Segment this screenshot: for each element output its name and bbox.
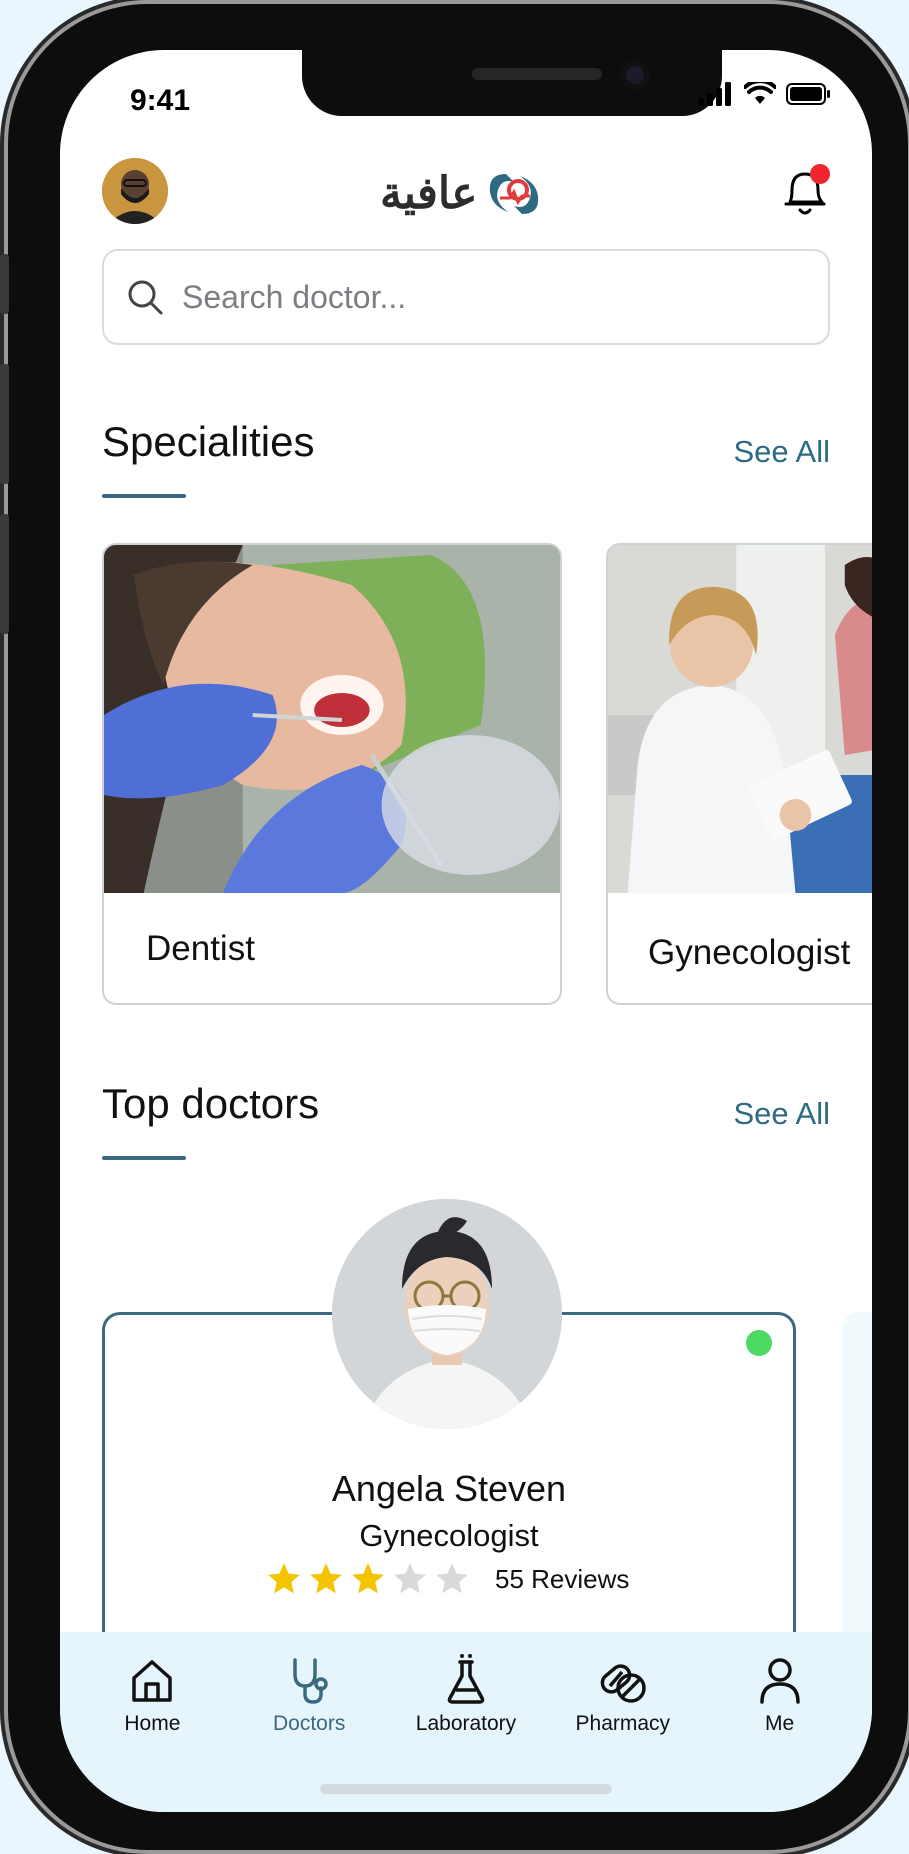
tab-label: Home [124, 1712, 181, 1735]
specialities-underline [102, 494, 186, 498]
star-filled-icon [352, 1563, 384, 1594]
speciality-card-dentist[interactable]: Dentist [102, 543, 562, 1005]
speciality-card-gynecologist[interactable]: Gynecologist [606, 543, 872, 1005]
app-logo: عافية [380, 162, 560, 226]
online-status-indicator [746, 1330, 772, 1356]
status-icons [698, 82, 832, 106]
tab-label: Pharmacy [575, 1712, 671, 1735]
top-doctors-title: Top doctors [102, 1080, 320, 1127]
star-filled-icon [268, 1563, 300, 1594]
star-filled-icon [310, 1563, 342, 1594]
stethoscope-icon [293, 1658, 328, 1704]
front-camera [620, 60, 650, 90]
notch [302, 50, 722, 116]
volume-up-button [0, 364, 9, 484]
flask-icon [447, 1654, 485, 1704]
doctor-speciality: Gynecologist [359, 1518, 539, 1553]
top-doctors-see-all-link[interactable]: See All [733, 1096, 830, 1132]
pills-icon [600, 1664, 646, 1703]
status-time: 9:41 [130, 84, 191, 117]
volume-down-button [0, 514, 9, 634]
speciality-label: Dentist [146, 929, 255, 968]
reviews-count: 55 Reviews [495, 1563, 630, 1594]
rating-stars [265, 1560, 471, 1598]
wifi-icon [744, 82, 776, 104]
notifications-button[interactable] [778, 162, 832, 220]
gynecologist-photo [608, 545, 872, 893]
signal-icon [698, 82, 731, 106]
doctor-name: Angela Steven [331, 1468, 567, 1509]
home-indicator [320, 1784, 612, 1794]
tab-home[interactable]: Home [77, 1632, 227, 1812]
search-input[interactable] [182, 278, 762, 316]
home-icon [132, 1660, 173, 1702]
tab-me[interactable]: Me [705, 1632, 855, 1812]
tab-label: Doctors [273, 1712, 346, 1735]
star-empty-icon [394, 1563, 426, 1594]
tab-label: Laboratory [415, 1712, 517, 1735]
top-doctors-underline [102, 1156, 186, 1160]
user-avatar[interactable] [102, 158, 168, 224]
silent-switch [0, 254, 9, 314]
star-empty-icon [436, 1563, 468, 1594]
doctor-rating: 55 Reviews [265, 1560, 629, 1598]
specialities-title: Specialities [102, 418, 315, 465]
bell-icon [784, 164, 830, 215]
dentist-photo [104, 545, 560, 893]
phone-frame: 9:41 عافية Search doctor... Specialities… [0, 4, 908, 1850]
user-icon [759, 1658, 800, 1704]
speaker [472, 68, 602, 80]
app-screen: 9:41 عافية Search doctor... Specialities… [60, 50, 872, 1812]
specialities-see-all-link[interactable]: See All [733, 434, 830, 470]
battery-icon [786, 83, 830, 105]
tab-label: Me [764, 1712, 795, 1735]
search-icon [128, 280, 163, 315]
speciality-label: Gynecologist [648, 933, 851, 972]
doctor-photo [332, 1199, 562, 1429]
logo-mark-icon [489, 174, 538, 214]
search-bar[interactable] [102, 249, 830, 345]
logo-text: عافية [380, 168, 478, 219]
next-doctor-card[interactable] [842, 1312, 872, 1672]
